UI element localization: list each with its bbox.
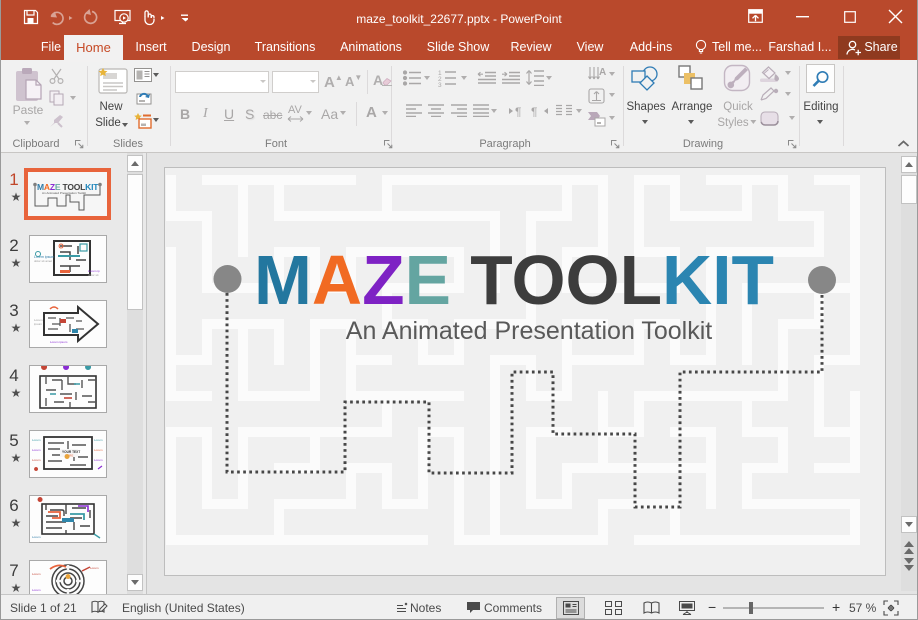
svg-text:Lorem: Lorem [32, 588, 41, 592]
svg-text:Lorem: Lorem [94, 448, 103, 452]
svg-text:Lorem: Lorem [32, 458, 41, 462]
svg-text:ipsum: ipsum [34, 322, 43, 326]
svg-text:¶: ¶ [531, 105, 537, 117]
svg-text:Lorem: Lorem [32, 535, 41, 539]
svg-text:Lorem: Lorem [32, 572, 41, 576]
svg-text:A: A [599, 67, 606, 78]
svg-text:Lorem: Lorem [32, 448, 41, 452]
svg-text:Lorem: Lorem [94, 438, 103, 442]
svg-text:3: 3 [438, 82, 442, 87]
svg-text:¶: ¶ [515, 105, 521, 117]
svg-text:Lorem: Lorem [90, 566, 99, 570]
svg-text:dolor sit amet: dolor sit amet [34, 259, 52, 263]
svg-text:dolor sit: dolor sit [88, 273, 99, 277]
svg-text:Lorem: Lorem [32, 438, 41, 442]
svg-text:Lorem: Lorem [94, 458, 103, 462]
svg-text:Lorem ipsum: Lorem ipsum [50, 340, 68, 344]
